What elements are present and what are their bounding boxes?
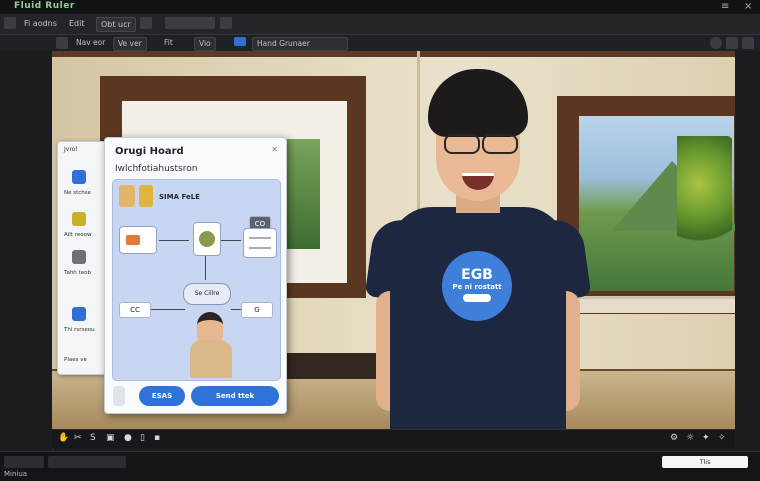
side-panel: Jvrol Ne stchse Ailt reoow Tahh teob Thi… — [57, 141, 107, 375]
timeline: Miniua Tlis — [0, 451, 760, 481]
yellow-box-icon[interactable] — [72, 212, 86, 226]
secondary-toolbar: Nav eor Ve ver Fit Vio Hand Grunaer — [0, 35, 760, 52]
toolbar-view[interactable]: Obt ucr — [96, 17, 136, 32]
side-panel-label: Thi rsrseou — [64, 327, 95, 333]
record-icon[interactable] — [234, 37, 246, 46]
layer-icon[interactable]: ▯ — [140, 433, 145, 443]
viewport-toolbar: ✋ ✂ S ▣ ● ▯ ▪ ⚙ ☼ ✦ ✧ — [52, 429, 735, 448]
flow-arrow — [151, 309, 185, 310]
timeline-clip[interactable] — [48, 456, 126, 468]
star-icon[interactable]: ✧ — [718, 433, 726, 443]
timeline-label: Miniua — [4, 470, 28, 478]
side-panel-label: Ne stchse — [64, 190, 92, 196]
flow-chip-left[interactable]: CC — [119, 302, 151, 318]
settings-icon[interactable] — [220, 17, 232, 29]
flow-arrow — [231, 309, 241, 310]
flow-arrow — [159, 240, 189, 241]
settings-icon[interactable] — [710, 37, 722, 49]
record-icon[interactable]: ● — [124, 433, 132, 443]
toolbar-file[interactable]: Fi aodns — [20, 17, 61, 30]
left-dock — [0, 51, 53, 451]
side-panel-label: Ailt reoow — [64, 232, 92, 238]
blue-square-icon[interactable] — [72, 307, 86, 321]
crop-icon[interactable]: ▣ — [106, 433, 115, 443]
toolbar-field[interactable] — [165, 17, 215, 29]
search-icon[interactable] — [726, 37, 738, 49]
hand-item[interactable]: Hand Grunaer — [252, 37, 348, 51]
flow-diagram: SIMA FeLE CO Se Cillre CC G — [112, 179, 281, 381]
menu-icon[interactable]: ≡ — [721, 1, 729, 12]
fit-item[interactable]: Fit — [160, 37, 177, 49]
shirt-logo-text: EGB — [461, 267, 493, 283]
view-item[interactable]: Ve ver — [113, 37, 147, 51]
tool-icon[interactable]: ✦ — [702, 433, 710, 443]
flow-arrow — [205, 256, 206, 280]
grey-box-icon[interactable] — [72, 250, 86, 264]
app-title: Fluid Ruler — [14, 1, 75, 11]
panel-subtitle: Iwlchfotiahustsron — [115, 164, 198, 174]
flow-header-label: SIMA FeLE — [159, 193, 200, 201]
back-button[interactable] — [113, 386, 125, 406]
primary-button[interactable]: ESAS — [139, 386, 185, 406]
text-icon[interactable]: S — [90, 433, 96, 443]
ceiling — [52, 51, 735, 57]
right-dock — [735, 51, 760, 431]
sun-icon[interactable]: ☼ — [686, 433, 694, 443]
scissors-icon[interactable]: ✂ — [74, 433, 82, 443]
document-icon — [119, 185, 135, 207]
flow-arrow — [221, 240, 241, 241]
window-sill — [572, 296, 735, 313]
app-icon[interactable] — [4, 17, 16, 29]
settings-icon[interactable]: ⚙ — [670, 433, 678, 443]
flow-bubble[interactable]: Se Cillre — [183, 283, 231, 305]
blue-square-icon[interactable] — [72, 170, 86, 184]
flow-node-left[interactable] — [119, 226, 157, 254]
toolbar-edit[interactable]: Edit — [65, 17, 89, 30]
side-panel-label: Tahh teob — [64, 270, 91, 276]
send-button[interactable]: Send ttek — [191, 386, 279, 406]
frame-icon[interactable] — [56, 37, 68, 49]
avatar — [188, 312, 234, 378]
video-item[interactable]: Vio — [194, 37, 216, 51]
glasses — [440, 134, 518, 154]
title-bar: Fluid Ruler ≡ × — [0, 0, 760, 15]
help-icon[interactable] — [742, 37, 754, 49]
hair — [428, 69, 528, 137]
timeline-search-box[interactable]: Tlis — [662, 456, 748, 468]
side-panel-title: Jvrol — [64, 146, 77, 153]
tool-icon[interactable] — [140, 17, 152, 29]
main-toolbar: Fi aodns Edit Obt ucr — [0, 14, 760, 35]
shirt-logo-subtext: Pe ni rostatt — [452, 283, 502, 291]
flow-node-center[interactable] — [193, 222, 221, 256]
side-panel-label: Plaes ve — [64, 357, 87, 363]
workflow-panel: Orugi Hoard ✕ Iwlchfotiahustsron SIMA Fe… — [104, 137, 287, 414]
flow-chip-right[interactable]: G — [241, 302, 273, 318]
flow-node-right[interactable] — [243, 228, 277, 258]
marker-icon[interactable]: ▪ — [154, 433, 160, 443]
panel-title: Orugi Hoard — [115, 146, 184, 157]
shirt-logo: EGB Pe ni rostatt — [442, 251, 512, 321]
folder-icon — [139, 185, 153, 207]
presenter: EGB Pe ni rostatt — [364, 69, 592, 429]
nav-item[interactable]: Nav eor — [72, 37, 109, 49]
hand-icon[interactable]: ✋ — [58, 433, 69, 443]
close-icon[interactable]: ✕ — [271, 145, 278, 154]
tree — [677, 136, 732, 256]
shirt-logo-pill — [463, 294, 491, 302]
preview-viewport[interactable]: EGB Pe ni rostatt Jvrol Ne stchse Ailt r… — [52, 51, 735, 429]
timeline-clip[interactable] — [4, 456, 44, 468]
close-icon[interactable]: × — [744, 1, 752, 12]
